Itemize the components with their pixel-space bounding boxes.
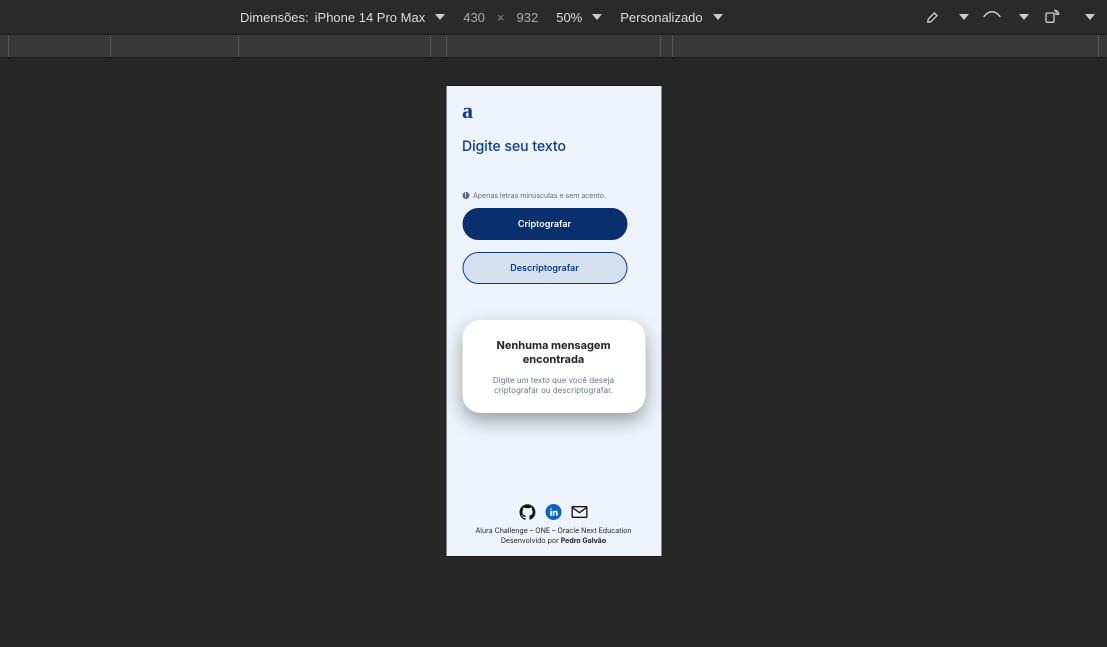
chevron-down-icon	[592, 14, 602, 20]
footer-prefix: Desenvolvido por	[501, 536, 561, 545]
chevron-down-icon	[713, 14, 723, 20]
chevron-down-icon	[435, 14, 445, 20]
decrypt-button[interactable]: Descriptografar	[462, 252, 627, 284]
height-input[interactable]: 932	[517, 10, 539, 25]
mail-icon[interactable]	[572, 504, 588, 520]
throttle-select[interactable]: Personalizado	[620, 10, 722, 25]
result-card: Nenhuma mensagem encontrada Digite um te…	[462, 320, 645, 413]
footer-author: Pedro Galvão	[561, 536, 606, 545]
dimension-inputs: 430 × 932	[463, 10, 538, 25]
device-select[interactable]: Dimensões: iPhone 14 Pro Max	[240, 10, 445, 25]
input-hint: ! Apenas letras minúsculas e sem acento.	[462, 191, 645, 200]
throttle-value: Personalizado	[620, 10, 702, 25]
result-subtitle: Digite um texto que você deseja criptogr…	[474, 375, 633, 396]
eyedropper-icon[interactable]	[925, 9, 941, 25]
encrypt-button-label: Criptografar	[518, 219, 571, 230]
dimensions-label: Dimensões:	[240, 10, 309, 25]
chevron-down-icon[interactable]	[1019, 14, 1029, 20]
decrypt-button-label: Descriptografar	[510, 263, 579, 274]
result-title: Nenhuma mensagem encontrada	[474, 338, 633, 367]
times-icon: ×	[497, 10, 505, 25]
app-root: a Digite seu texto ! Apenas letras minús…	[446, 86, 661, 556]
hint-text: Apenas letras minúsculas e sem acento.	[473, 191, 606, 200]
app-logo: a	[462, 98, 645, 124]
footer-line-1: Alura Challenge – ONE – Oracle Next Educ…	[462, 526, 645, 536]
eye-icon[interactable]	[983, 10, 1001, 24]
device-name: iPhone 14 Pro Max	[315, 10, 426, 25]
zoom-value: 50%	[556, 10, 582, 25]
device-stage: a Digite seu texto ! Apenas letras minús…	[0, 58, 1107, 647]
zoom-select[interactable]: 50%	[556, 10, 602, 25]
chevron-down-icon[interactable]	[1085, 14, 1095, 20]
ruler	[0, 34, 1107, 58]
page-title: Digite seu texto	[462, 138, 645, 155]
device-toolbar: Dimensões: iPhone 14 Pro Max 430 × 932 5…	[0, 0, 1107, 34]
width-input[interactable]: 430	[463, 10, 485, 25]
chevron-down-icon[interactable]	[959, 14, 969, 20]
toolbar-right	[925, 9, 1095, 25]
linkedin-icon[interactable]	[546, 504, 562, 520]
info-icon: !	[462, 192, 469, 199]
footer: Alura Challenge – ONE – Oracle Next Educ…	[462, 494, 645, 546]
encrypt-button[interactable]: Criptografar	[462, 208, 627, 240]
rotate-icon[interactable]	[1043, 9, 1061, 25]
footer-line-2: Desenvolvido por Pedro Galvão	[462, 536, 645, 546]
social-links	[462, 504, 645, 520]
github-icon[interactable]	[520, 504, 536, 520]
device-frame: a Digite seu texto ! Apenas letras minús…	[446, 86, 661, 556]
